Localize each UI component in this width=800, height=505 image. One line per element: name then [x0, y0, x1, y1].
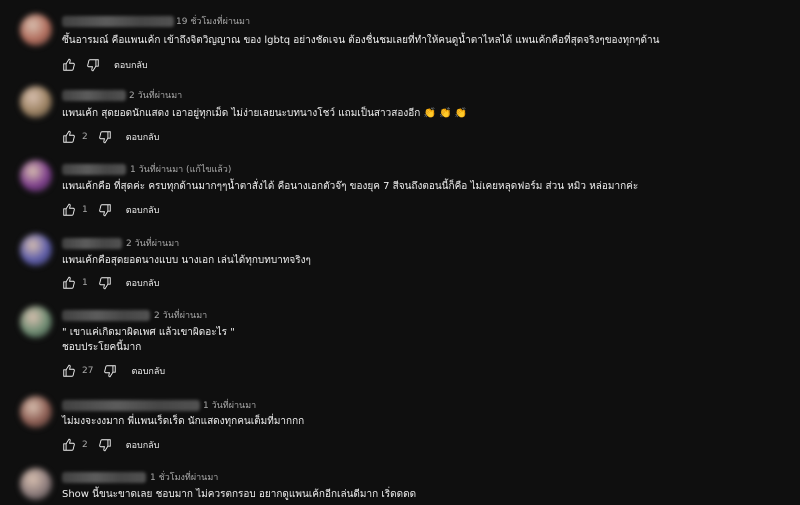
author-name-redacted[interactable] [62, 238, 122, 249]
comment-actions: 27 ตอบกลับ [62, 363, 165, 379]
comment-text: Show นี้ขนะขาดเลย ชอบมาก ไม่ควรตกรอบ อยา… [62, 489, 417, 500]
comment-timestamp[interactable]: 1 ชั่วโมงที่ผ่านมา [150, 470, 218, 484]
comment-text: แพนเค้ก สุดยอดนักแสดง เอาอยู่ทุกเม็ด ไม่… [62, 108, 468, 119]
comment-timestamp[interactable]: 19 ชั่วโมงที่ผ่านมา [176, 14, 250, 28]
comment-text: ซึ้นอารมณ์ คือแพนเค้ก เข้าถึงจิตวิญญาณ ข… [62, 35, 660, 46]
dislike-icon[interactable] [98, 276, 112, 290]
comment-actions: ตอบกลับ [62, 57, 148, 73]
comment-timestamp[interactable]: 2 วันที่ผ่านมา [126, 236, 179, 250]
avatar[interactable] [20, 160, 52, 192]
author-name-redacted[interactable] [62, 400, 200, 411]
like-icon[interactable] [62, 203, 76, 217]
author-name-redacted[interactable] [62, 90, 126, 101]
like-icon[interactable] [62, 276, 76, 290]
comment-actions: 2 ตอบกลับ [62, 129, 159, 145]
reply-button[interactable]: ตอบกลับ [126, 276, 160, 290]
comment-text: " เขาแค่เกิดมาผิดเพศ แล้วเขาผิดอะไร " ชอ… [62, 327, 235, 353]
like-count: 2 [82, 132, 88, 142]
avatar[interactable] [20, 306, 52, 338]
reply-button[interactable]: ตอบกลับ [131, 364, 165, 378]
avatar[interactable] [20, 468, 52, 500]
author-name-redacted[interactable] [62, 472, 146, 483]
comment-timestamp[interactable]: 1 วันที่ผ่านมา (แก้ไขแล้ว) [130, 162, 231, 176]
reply-button[interactable]: ตอบกลับ [114, 58, 148, 72]
reply-button[interactable]: ตอบกลับ [126, 203, 160, 217]
like-count: 2 [82, 440, 88, 450]
avatar[interactable] [20, 86, 52, 118]
author-name-redacted[interactable] [62, 310, 150, 321]
dislike-icon[interactable] [98, 130, 112, 144]
comment-timestamp[interactable]: 2 วันที่ผ่านมา [129, 88, 182, 102]
comment-timestamp[interactable]: 2 วันที่ผ่านมา [154, 308, 207, 322]
dislike-icon[interactable] [98, 203, 112, 217]
avatar[interactable] [20, 234, 52, 266]
avatar[interactable] [20, 14, 52, 46]
author-name-redacted[interactable] [62, 16, 174, 27]
author-name-redacted[interactable] [62, 164, 126, 175]
reply-button[interactable]: ตอบกลับ [126, 438, 160, 452]
like-count: 27 [82, 366, 94, 376]
comment-actions: 1 ตอบกลับ [62, 202, 159, 218]
comment-timestamp[interactable]: 1 วันที่ผ่านมา [203, 398, 256, 412]
comment-actions: 2 ตอบกลับ [62, 437, 159, 453]
comment-text: แพนเค้กคือสุดยอดนางแบบ นางเอก เล่นได้ทุก… [62, 255, 311, 266]
dislike-icon[interactable] [86, 58, 100, 72]
dislike-icon[interactable] [103, 364, 117, 378]
avatar[interactable] [20, 396, 52, 428]
comment-text: ไม่มงจะงงมาก พี่แพนเร็ดเร็ด นักแสดงทุกคน… [62, 416, 305, 427]
reply-button[interactable]: ตอบกลับ [126, 130, 160, 144]
comment-actions: 1 ตอบกลับ [62, 275, 159, 291]
dislike-icon[interactable] [98, 438, 112, 452]
like-count: 1 [82, 278, 88, 288]
like-count: 1 [82, 205, 88, 215]
like-icon[interactable] [62, 130, 76, 144]
comment-text: แพนเค้กคือ ที่สุดค่ะ ครบทุกด้านมากๆๆน้ำต… [62, 181, 639, 192]
like-icon[interactable] [62, 58, 76, 72]
like-icon[interactable] [62, 438, 76, 452]
like-icon[interactable] [62, 364, 76, 378]
